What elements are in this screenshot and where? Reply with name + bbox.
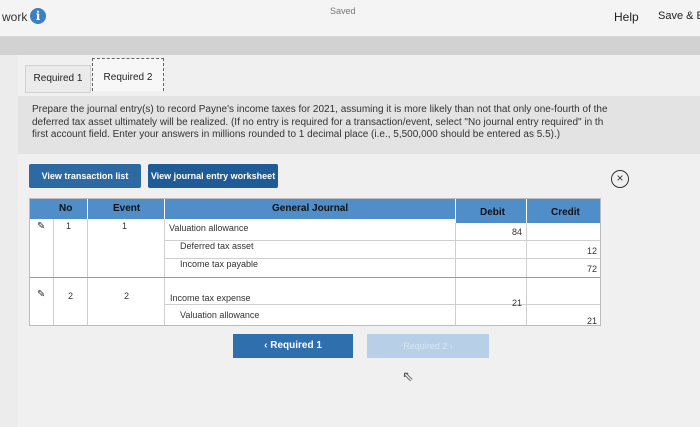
cursor-icon: ⇖ bbox=[402, 368, 414, 384]
header-credit: Credit bbox=[527, 199, 600, 223]
save-exit-button[interactable]: Save & E bbox=[658, 10, 700, 22]
grid-line bbox=[455, 223, 456, 325]
chevron-left-icon: ‹ bbox=[264, 340, 268, 351]
account-cell[interactable]: Income tax expense bbox=[170, 293, 251, 303]
entry-no: 1 bbox=[66, 221, 72, 231]
credit-cell[interactable]: 72 bbox=[542, 264, 597, 274]
info-icon[interactable]: i bbox=[30, 8, 46, 24]
chevron-right-icon: › bbox=[449, 341, 453, 351]
grid-line bbox=[526, 223, 527, 325]
debit-cell[interactable]: 21 bbox=[470, 298, 522, 308]
pencil-icon[interactable]: ✎ bbox=[37, 289, 45, 300]
account-cell[interactable]: Valuation allowance bbox=[169, 223, 248, 233]
entry-no: 2 bbox=[68, 291, 74, 301]
view-transaction-list-button[interactable]: View transaction list bbox=[29, 164, 141, 188]
debit-cell[interactable]: 84 bbox=[470, 227, 522, 237]
instructions-box: Prepare the journal entry(s) to record P… bbox=[18, 96, 700, 154]
next-required-2-button[interactable]: Required 2 › bbox=[367, 334, 489, 358]
prev-required-1-button[interactable]: ‹ Required 1 bbox=[233, 334, 353, 358]
account-cell[interactable]: Income tax payable bbox=[180, 259, 258, 269]
header-general-journal: General Journal bbox=[165, 199, 455, 219]
account-cell[interactable]: Valuation allowance bbox=[180, 310, 259, 320]
grid-line bbox=[164, 219, 165, 325]
entry-event: 1 bbox=[122, 221, 128, 231]
prev-label: Required 1 bbox=[270, 340, 322, 351]
tab-required-1[interactable]: Required 1 bbox=[25, 65, 91, 93]
credit-cell[interactable]: 21 bbox=[542, 316, 597, 326]
tab-required-2[interactable]: Required 2 bbox=[92, 58, 164, 91]
instructions-line-1: Prepare the journal entry(s) to record P… bbox=[32, 104, 608, 115]
header-band bbox=[0, 37, 700, 55]
header-no: No bbox=[30, 199, 87, 219]
next-label: Required 2 bbox=[403, 341, 448, 351]
account-cell[interactable]: Deferred tax asset bbox=[180, 241, 254, 251]
entry-event: 2 bbox=[124, 291, 130, 301]
row-line bbox=[164, 304, 600, 305]
general-journal-table: No Event General Journal Debit Credit ✎ … bbox=[29, 198, 601, 326]
view-journal-entry-worksheet-button[interactable]: View journal entry worksheet bbox=[148, 164, 278, 188]
pencil-icon[interactable]: ✎ bbox=[37, 221, 45, 232]
grid-line bbox=[87, 219, 88, 325]
header-debit: Debit bbox=[456, 199, 526, 223]
instructions-line-2: deferred tax asset ultimately will be re… bbox=[32, 116, 604, 128]
grid-line bbox=[53, 219, 54, 325]
instructions-line-3: first account field. Enter your answers … bbox=[32, 129, 561, 140]
saved-status: Saved bbox=[330, 6, 356, 16]
credit-cell[interactable]: 12 bbox=[542, 246, 597, 256]
work-label: work bbox=[2, 10, 28, 24]
entry-separator bbox=[30, 277, 600, 278]
top-bar: work i Saved Help Save & E bbox=[0, 0, 700, 37]
header-event: Event bbox=[88, 199, 164, 219]
instructions-text: Prepare the journal entry(s) to record P… bbox=[32, 104, 700, 142]
help-link[interactable]: Help bbox=[614, 10, 639, 24]
close-icon[interactable]: × bbox=[611, 170, 629, 188]
